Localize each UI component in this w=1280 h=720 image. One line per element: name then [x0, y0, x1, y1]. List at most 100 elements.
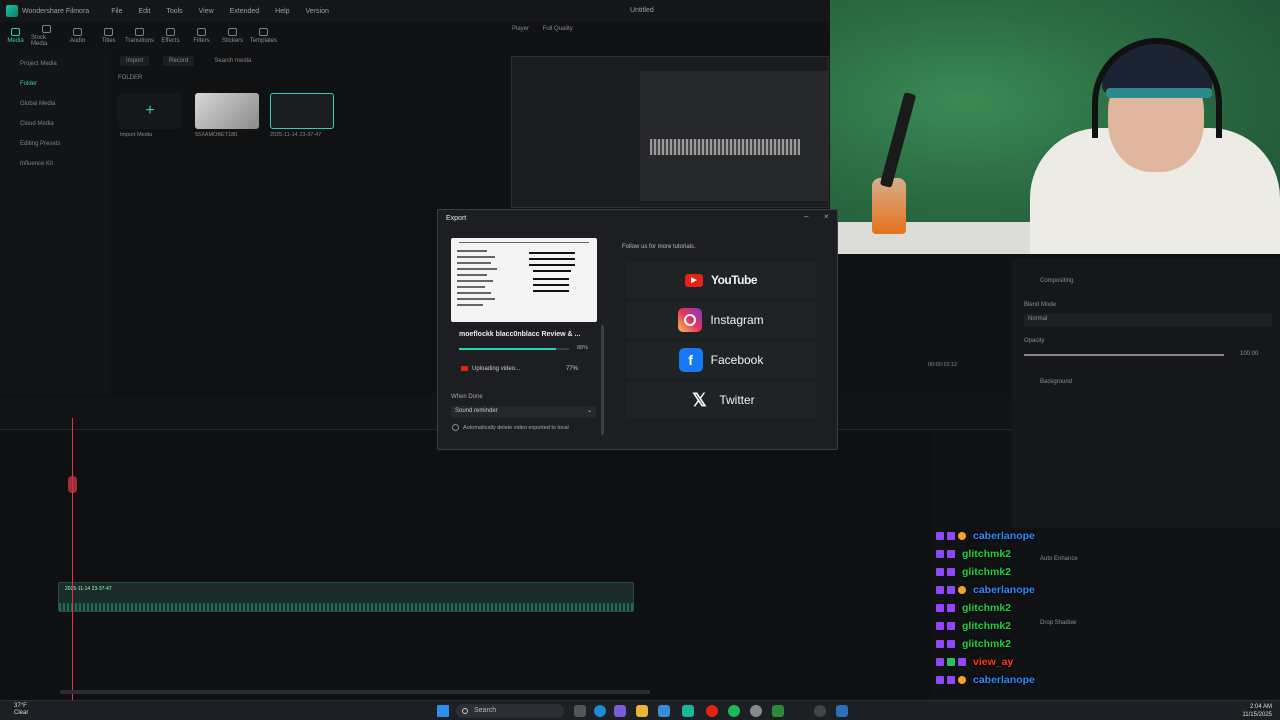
clock-time: 2:04 AM	[1249, 704, 1272, 710]
playhead-handle[interactable]	[68, 476, 77, 493]
clock[interactable]: 2:04 AM 11/15/2025	[1242, 703, 1272, 719]
chat-username: glitchmk2	[962, 620, 1012, 632]
tool-label: Transitions	[124, 38, 155, 44]
sidebar-item-editing-presets[interactable]: Editing Presets	[0, 134, 110, 154]
render-progress-fill	[459, 348, 556, 350]
search-media-input[interactable]: Search media	[208, 56, 257, 66]
tool-audio[interactable]: Audio	[62, 22, 93, 50]
auto-delete-label: Automatically delete video exported to l…	[463, 424, 569, 431]
task-view-icon[interactable]	[574, 705, 586, 717]
tool-titles[interactable]: Titles	[93, 22, 124, 50]
auto-delete-option[interactable]: Automatically delete video exported to l…	[452, 424, 569, 431]
tool-label: Templates	[249, 38, 278, 44]
app-icon[interactable]	[772, 705, 784, 717]
facebook-button[interactable]: f Facebook	[626, 342, 816, 378]
tool-templates[interactable]: Templates	[248, 22, 279, 50]
import-media-tile[interactable]: +	[118, 93, 182, 129]
sidebar-item-project-media[interactable]: Project Media	[0, 54, 110, 74]
menu-edit[interactable]: Edit	[138, 8, 150, 15]
tool-label: Media	[7, 38, 24, 44]
youtube-small-icon	[461, 366, 468, 371]
filmora-logo-icon	[6, 5, 18, 17]
media-clip-label: 55XAMOBET180	[195, 132, 238, 138]
taskbar: 37°F Clear Search 2:04 AM 11/15/2025	[0, 700, 1280, 720]
opacity-value[interactable]: 100.00	[1240, 351, 1258, 357]
x-icon: 𝕏	[692, 389, 707, 410]
stickers-icon	[228, 28, 237, 36]
export-scrollbar[interactable]	[601, 325, 604, 435]
menu-extended[interactable]: Extended	[230, 8, 260, 15]
background-label[interactable]: Background	[1040, 379, 1072, 385]
when-done-select[interactable]: Sound reminder ⌄	[451, 406, 596, 418]
filmora-icon[interactable]	[682, 705, 694, 717]
opacity-slider[interactable]	[1024, 354, 1224, 356]
playhead[interactable]	[72, 418, 73, 700]
tool-media[interactable]: Media	[0, 22, 31, 50]
media-clip-thumbnail[interactable]	[270, 93, 334, 129]
folder-label: FOLDER	[118, 75, 143, 81]
tool-filters[interactable]: Filters	[186, 22, 217, 50]
tool-stock-media[interactable]: Stock Media	[31, 22, 62, 50]
compositing-label[interactable]: Compositing	[1040, 278, 1073, 284]
timeline-clip[interactable]: 2025-11-14 23-37-47	[58, 582, 634, 612]
blend-mode-select[interactable]: Normal	[1024, 314, 1272, 326]
settings-icon[interactable]	[750, 705, 762, 717]
menu-tools[interactable]: Tools	[166, 8, 182, 15]
clip-audio-waveform	[59, 603, 633, 611]
chat-message: glitchmk2	[936, 563, 1011, 581]
app-icon-active[interactable]	[836, 705, 848, 717]
render-percent: 88%	[577, 345, 589, 351]
webcam-overlay	[830, 0, 1280, 254]
chat-message: view_ay	[936, 653, 1013, 671]
taskbar-search[interactable]: Search	[456, 704, 564, 718]
stock-media-icon	[42, 25, 51, 33]
clock-date: 11/15/2025	[1242, 712, 1272, 718]
obs-icon[interactable]	[814, 705, 826, 717]
sidebar-item-cloud-media[interactable]: Cloud Media	[0, 114, 110, 134]
edge-icon[interactable]	[594, 705, 606, 717]
media-toolbar: Media Stock Media Audio Titles Transitio…	[0, 22, 500, 50]
tool-effects[interactable]: Effects	[155, 22, 186, 50]
titles-icon	[104, 28, 113, 36]
chat-username: glitchmk2	[962, 638, 1012, 650]
chat-message: glitchmk2	[936, 599, 1011, 617]
media-clip-thumbnail[interactable]	[195, 93, 259, 129]
record-button[interactable]: Record	[163, 56, 195, 66]
minimize-button[interactable]: –	[804, 212, 808, 221]
close-button[interactable]: ×	[824, 212, 829, 221]
import-button[interactable]: Import	[120, 56, 150, 66]
start-button-icon[interactable]	[437, 705, 449, 717]
menu-help[interactable]: Help	[275, 8, 289, 15]
chat-username: caberlanope	[973, 584, 1035, 596]
twitter-button[interactable]: 𝕏 Twitter	[626, 382, 816, 418]
menu-view[interactable]: View	[199, 8, 214, 15]
youtube-icon: ▶	[684, 273, 703, 287]
spotify-icon[interactable]	[728, 705, 740, 717]
tool-stickers[interactable]: Stickers	[217, 22, 248, 50]
copilot-icon[interactable]	[614, 705, 626, 717]
taskbar-search-label: Search	[474, 707, 497, 714]
weather-widget[interactable]: 37°F Clear	[14, 703, 28, 717]
instagram-button[interactable]: Instagram	[626, 302, 816, 338]
screen: { "app": { "menu": ["File", "Edit", "Too…	[0, 0, 1280, 720]
chevron-down-icon: ⌄	[586, 408, 592, 414]
tool-transitions[interactable]: Transitions	[124, 22, 155, 50]
chat-message: glitchmk2	[936, 635, 1011, 653]
properties-panel: Compositing Blend Mode Normal Opacity 10…	[1012, 258, 1280, 626]
file-explorer-icon[interactable]	[636, 705, 648, 717]
opacity-label: Opacity	[1024, 338, 1045, 344]
timeline-scrollbar[interactable]	[60, 690, 650, 694]
sidebar-item-global-media[interactable]: Global Media	[0, 94, 110, 114]
chat-username: glitchmk2	[962, 602, 1012, 614]
quality-select[interactable]: Full Quality	[543, 26, 573, 32]
youtube-button[interactable]: ▶ YouTube	[626, 262, 816, 298]
chat-message: glitchmk2	[936, 545, 1011, 563]
player-preview	[511, 56, 829, 208]
menu-file[interactable]: File	[111, 8, 122, 15]
menu-version[interactable]: Version	[306, 8, 329, 15]
sidebar-item-folder[interactable]: Folder	[0, 74, 110, 94]
sidebar-item-influence-kit[interactable]: Influence Kit	[0, 154, 110, 174]
store-icon[interactable]	[658, 705, 670, 717]
auto-delete-checkbox[interactable]	[452, 424, 459, 431]
youtube-taskbar-icon[interactable]	[706, 705, 718, 717]
